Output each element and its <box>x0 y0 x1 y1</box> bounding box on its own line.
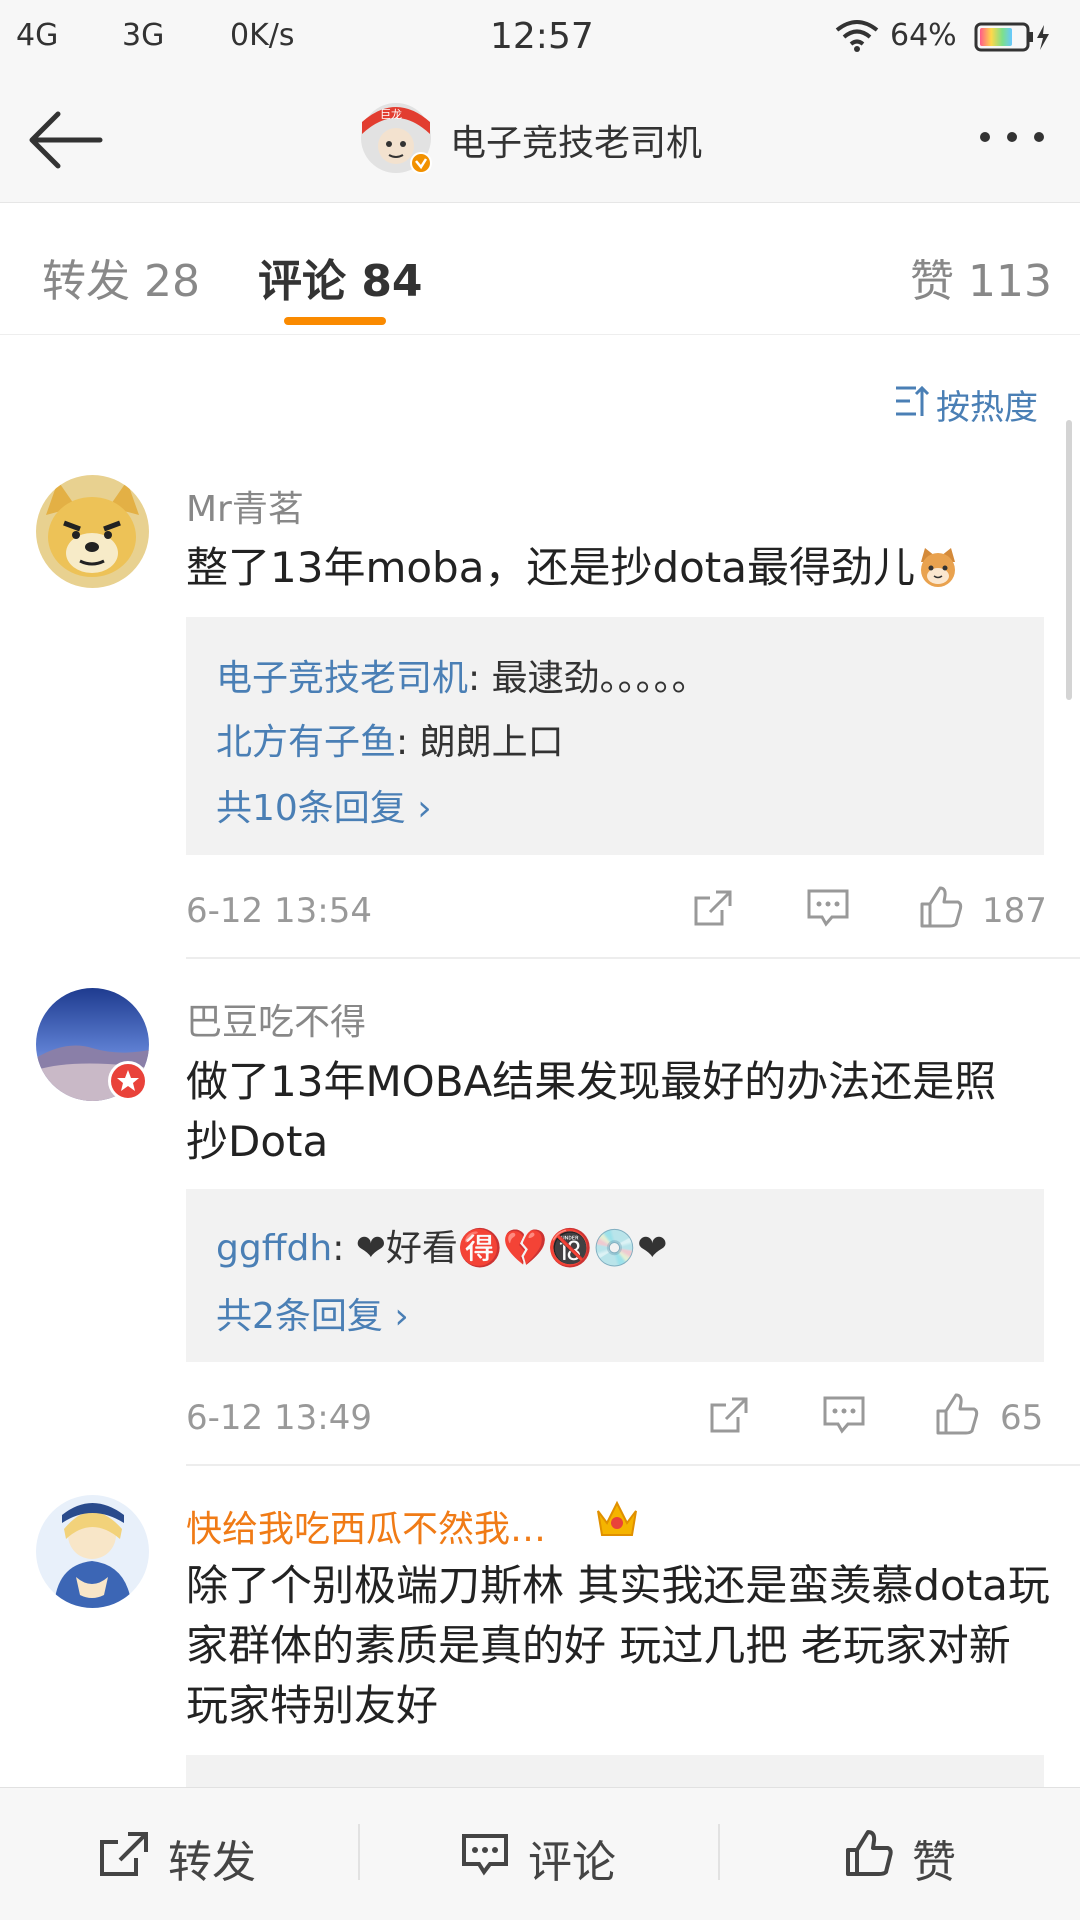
cat-emoji-icon <box>921 548 956 587</box>
tab-reposts[interactable]: 转发 28 <box>42 245 200 309</box>
page-title[interactable]: 电子竞技老司机 <box>450 114 702 166</box>
sort-icon <box>896 385 930 416</box>
network-4g: 4G <box>16 18 59 53</box>
tab-likes[interactable]: 赞 113 <box>910 245 1052 309</box>
share-icon <box>100 1832 148 1876</box>
divider <box>186 1464 1080 1466</box>
author-avatar[interactable]: 巨龙 <box>360 102 432 174</box>
like-icon[interactable] <box>918 884 964 930</box>
avatar[interactable] <box>36 475 149 588</box>
repost-label: 转发 <box>168 1837 256 1888</box>
repost-button[interactable]: 转发 <box>98 1824 278 1888</box>
battery-percent: 64% <box>890 18 957 53</box>
crown-badge-icon <box>597 1500 637 1536</box>
tab-bar: 转发 28 评论 84 赞 113 <box>0 203 1080 335</box>
share-icon[interactable] <box>708 1395 750 1435</box>
comment-body-text: 整了13年moba，还是抄dota最得劲儿 <box>186 543 916 592</box>
avatar[interactable] <box>36 1495 149 1608</box>
reply-box[interactable]: 电子竞技老司机: 最逮劲。。。。。 北方有子鱼: 朗朗上口 共10条回复 › <box>186 617 1044 855</box>
comment-icon[interactable] <box>822 1395 866 1435</box>
separator <box>358 1824 360 1880</box>
like-button[interactable]: 赞 <box>844 1824 994 1888</box>
comment-label: 评论 <box>528 1837 616 1888</box>
reply-box[interactable]: ggffdh: ❤好看🉐💔🔞💿❤ 共2条回复 › <box>186 1189 1044 1362</box>
reply-line: ggffdh: ❤好看🉐💔🔞💿❤ <box>216 1219 667 1271</box>
like-icon[interactable] <box>934 1391 980 1437</box>
divider <box>186 957 1080 959</box>
sort-label: 按热度 <box>936 388 1038 428</box>
reply-author[interactable]: 电子竞技老司机 <box>216 658 468 699</box>
reply-text: : 朗朗上口 <box>396 722 564 763</box>
tab-active-indicator <box>284 317 386 325</box>
comment-author-vip[interactable]: 快给我吃西瓜不然我… <box>186 1500 546 1552</box>
comment-text: 整了13年moba，还是抄dota最得劲儿 <box>186 538 1056 598</box>
comment-time: 6-12 13:49 <box>186 1398 372 1438</box>
comment-time: 6-12 13:54 <box>186 891 372 931</box>
comment-text: 除了个别极端刀斯林 其实我还是蛮羡慕dota玩家群体的素质是真的好 玩过几把 老… <box>186 1561 1050 1730</box>
status-bar: 4G 3G 0K/s 12:57 64% <box>0 0 1080 76</box>
comment-button[interactable]: 评论 <box>460 1824 640 1888</box>
reply-line: 电子竞技老司机: 最逮劲。。。。。 <box>216 649 708 701</box>
screen: 4G 3G 0K/s 12:57 64% 巨龙 电子竞技老司机 转发 28 评论… <box>0 0 1080 1920</box>
share-icon[interactable] <box>692 888 734 928</box>
comment-icon <box>462 1834 508 1876</box>
verified-badge-icon <box>410 152 432 174</box>
like-count: 65 <box>1000 1398 1044 1438</box>
top-nav: 巨龙 电子竞技老司机 <box>0 76 1080 203</box>
wifi-icon <box>835 20 879 52</box>
clock: 12:57 <box>490 16 594 57</box>
more-icon[interactable] <box>978 130 1046 144</box>
view-replies-link[interactable]: 共10条回复 › <box>216 779 432 831</box>
separator <box>718 1824 720 1880</box>
comment-author[interactable]: 巴豆吃不得 <box>186 993 366 1045</box>
reply-author[interactable]: ggffdh <box>216 1228 332 1269</box>
comment-text: 做了13年MOBA结果发现最好的办法还是照抄Dota <box>186 1057 997 1166</box>
avatar-badge-text: 巨龙 <box>380 108 402 121</box>
comment-author[interactable]: Mr青茗 <box>186 480 304 532</box>
tab-comments[interactable]: 评论 84 <box>258 245 423 309</box>
network-3g: 3G <box>122 18 165 53</box>
scrollbar[interactable] <box>1066 420 1072 700</box>
like-count: 187 <box>982 891 1047 931</box>
comment-icon[interactable] <box>806 888 850 928</box>
battery-icon <box>974 22 1049 52</box>
reply-text: : ❤好看🉐💔🔞💿❤ <box>332 1228 668 1269</box>
like-icon <box>846 1830 893 1876</box>
like-label: 赞 <box>912 1837 956 1888</box>
reply-author[interactable]: 北方有子鱼 <box>216 722 396 763</box>
net-speed: 0K/s <box>230 18 295 53</box>
view-replies-link[interactable]: 共2条回复 › <box>216 1287 409 1339</box>
reply-text: : 最逮劲。。。。。 <box>468 658 708 699</box>
bottom-action-bar: 转发 评论 赞 <box>0 1787 1080 1920</box>
back-arrow-icon[interactable] <box>28 110 104 170</box>
vip-badge-icon <box>108 1061 148 1101</box>
reply-line: 北方有子鱼: 朗朗上口 <box>216 713 564 765</box>
